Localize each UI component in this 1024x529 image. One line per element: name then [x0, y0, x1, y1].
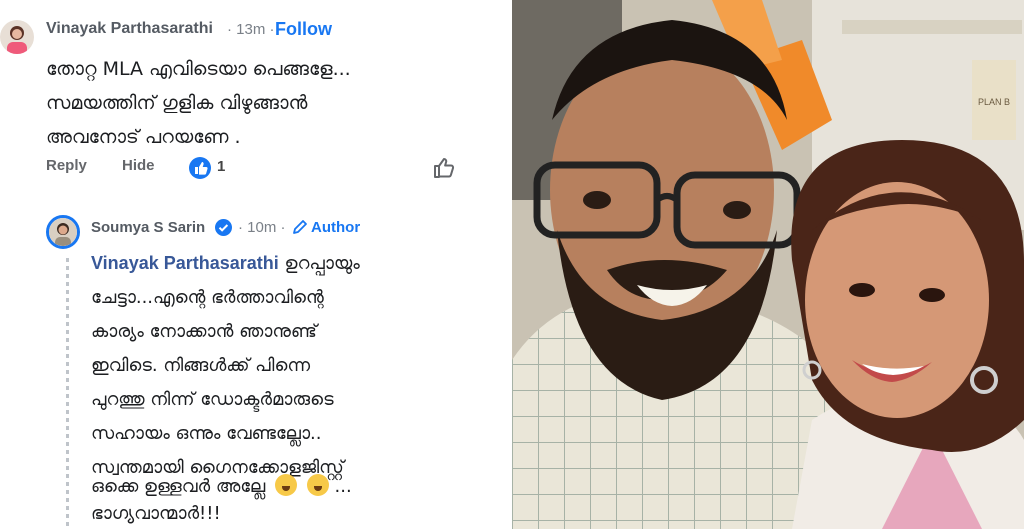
verified-badge-icon: [215, 219, 232, 236]
plan-b-sign-text: PLAN B: [978, 97, 1010, 107]
pencil-icon: [292, 219, 308, 235]
reply-text-line: Vinayak Parthasarathi ഉറപ്പായും: [91, 253, 360, 274]
reply-text-fragment: ...: [334, 476, 352, 497]
reply-text-line: പുറത്തു നിന്ന് ഡോക്ടർമാരുടെ: [91, 389, 334, 410]
surprised-emoji-icon: [275, 474, 298, 496]
commenter-name[interactable]: Vinayak Parthasarathi: [46, 20, 213, 38]
comment-text-line: അവനോട് പറയണേ .: [46, 126, 241, 148]
reply-text-fragment: ഉറപ്പായും: [278, 253, 360, 274]
reply-text-line: കാര്യം നോക്കാൻ ഞാനുണ്ട്: [91, 321, 317, 342]
reply-author-name[interactable]: Soumya S Sarin: [91, 219, 205, 236]
selfie-photo: PLAN B: [512, 0, 1024, 529]
reply-text-line: ചേട്ടാ...എന്റെ ഭർത്താവിന്റെ: [91, 287, 324, 308]
comment-time: · 13m ·: [227, 21, 275, 38]
mention-link[interactable]: Vinayak Parthasarathi: [91, 253, 279, 273]
reply-text-line: ഭാഗ്യവാന്മാർ!!!: [91, 503, 221, 524]
hide-button[interactable]: Hide: [122, 157, 155, 174]
comment-text-line: സമയത്തിന് ഗുളിക വിഴുങ്ങാൻ: [46, 92, 308, 114]
like-reaction-icon[interactable]: [189, 157, 211, 179]
author-badge: Author: [311, 219, 361, 236]
comment-text-line: തോറ്റ MLA എവിടെയാ പെങ്ങളേ...: [46, 58, 351, 80]
selfie-illustration: PLAN B: [512, 0, 1024, 529]
reply-author-avatar[interactable]: [46, 215, 80, 249]
thumbs-up-icon[interactable]: [431, 155, 457, 181]
reply-button[interactable]: Reply: [46, 157, 87, 174]
laughing-emoji-icon: [306, 474, 329, 496]
follow-button[interactable]: Follow: [275, 19, 332, 40]
reply-text-line: ഇവിടെ. നിങ്ങൾക്ക് പിന്നെ: [91, 355, 311, 376]
comment-thread: Vinayak Parthasarathi · 13m · Follow തോറ…: [0, 0, 512, 529]
like-count: 1: [217, 158, 226, 175]
reply-time: · 10m ·: [238, 219, 286, 236]
commenter-avatar[interactable]: [0, 20, 34, 54]
reply-thread-line: [66, 258, 69, 526]
reply-line-seventh-visible: ഒക്കെ ഉള്ളവർ അല്ലേ ...: [91, 474, 352, 497]
reply-text-line: സഹായം ഒന്നും വേണ്ടല്ലോ..: [91, 423, 322, 444]
reply-text-fragment: ഒക്കെ ഉള്ളവർ അല്ലേ: [91, 476, 266, 497]
